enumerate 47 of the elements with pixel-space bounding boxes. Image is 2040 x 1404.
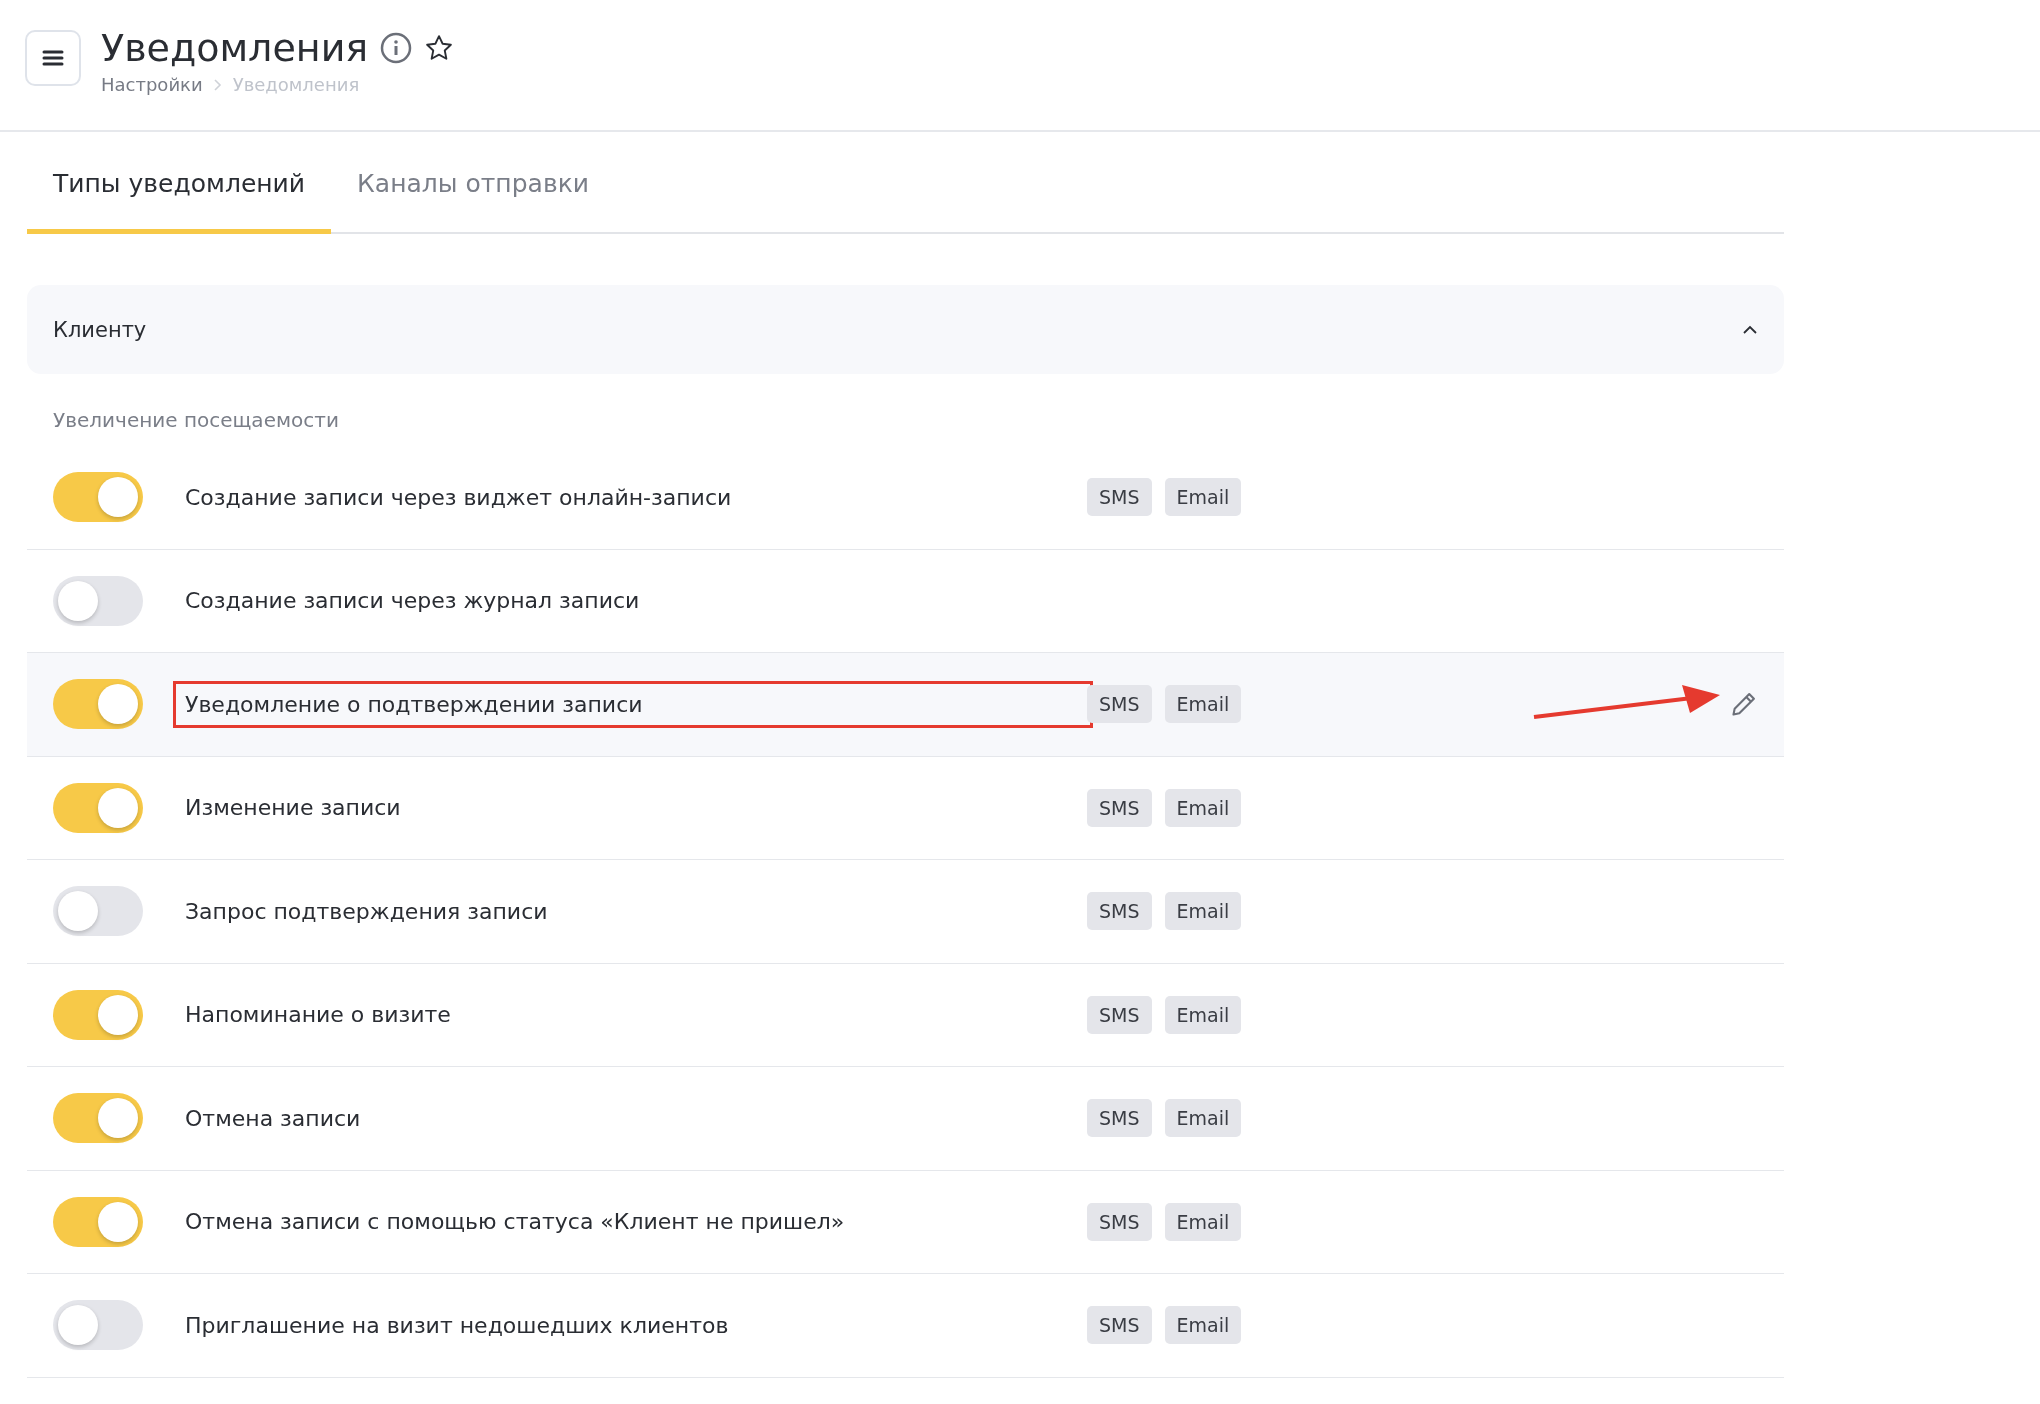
- pencil-icon[interactable]: [1730, 690, 1758, 719]
- channel-tag: SMS: [1087, 1099, 1152, 1138]
- channel-tag: SMS: [1087, 788, 1152, 827]
- section-title: Клиенту: [53, 317, 147, 342]
- toggle-switch[interactable]: [53, 575, 143, 626]
- notification-label: Создание записи через журнал записи: [184, 587, 641, 616]
- channel-tag: SMS: [1087, 478, 1152, 517]
- menu-button[interactable]: [25, 30, 81, 86]
- channel-tag: Email: [1164, 788, 1242, 827]
- section-header[interactable]: Клиенту: [27, 285, 1784, 374]
- channel-tag: SMS: [1087, 892, 1152, 931]
- notification-label: Создание записи через виджет онлайн-записи: [184, 483, 733, 512]
- group-heading: Увеличение посещаемости: [52, 407, 340, 434]
- toggle-switch[interactable]: [53, 1196, 143, 1247]
- toggle-switch[interactable]: [53, 782, 143, 833]
- channel-tag: Email: [1164, 1202, 1242, 1241]
- chevron-right-icon: [212, 77, 223, 92]
- notification-label: Отмена записи с помощью статуса «Клиент не пришел»: [184, 1208, 846, 1237]
- channel-tag: Email: [1164, 1306, 1242, 1345]
- info-icon[interactable]: [380, 32, 413, 64]
- toggle-switch[interactable]: [53, 1093, 143, 1144]
- channel-tag: Email: [1164, 995, 1242, 1034]
- channel-tag: SMS: [1087, 685, 1152, 724]
- channel-tag: Email: [1164, 892, 1242, 931]
- page-title: Уведомления: [101, 26, 369, 70]
- channel-tag: Email: [1164, 1099, 1242, 1138]
- tab[interactable]: Каналы отправки: [331, 132, 615, 234]
- tab[interactable]: Типы уведомлений: [27, 132, 332, 234]
- toggle-switch[interactable]: [53, 886, 143, 937]
- channel-tag: SMS: [1087, 1306, 1152, 1345]
- breadcrumb-link[interactable]: Настройки: [101, 74, 203, 95]
- notification-label: Запрос подтверждения записи: [184, 897, 549, 926]
- toggle-switch[interactable]: [53, 472, 143, 523]
- notification-label: Отмена записи: [184, 1104, 362, 1133]
- channel-tag: SMS: [1087, 995, 1152, 1034]
- notification-label: Напоминание о визите: [184, 1001, 452, 1030]
- chevron-up-icon[interactable]: [1742, 324, 1758, 335]
- notification-label: Изменение записи: [184, 794, 402, 823]
- menu-icon: [42, 49, 64, 67]
- channel-tag: Email: [1164, 478, 1242, 517]
- channel-tag: SMS: [1087, 1202, 1152, 1241]
- toggle-switch[interactable]: [53, 1300, 143, 1351]
- notification-label: Приглашение на визит недошедших клиентов: [184, 1311, 730, 1340]
- toggle-switch[interactable]: [53, 679, 143, 730]
- channel-tag: Email: [1164, 685, 1242, 724]
- star-icon[interactable]: [424, 33, 455, 63]
- toggle-switch[interactable]: [53, 989, 143, 1040]
